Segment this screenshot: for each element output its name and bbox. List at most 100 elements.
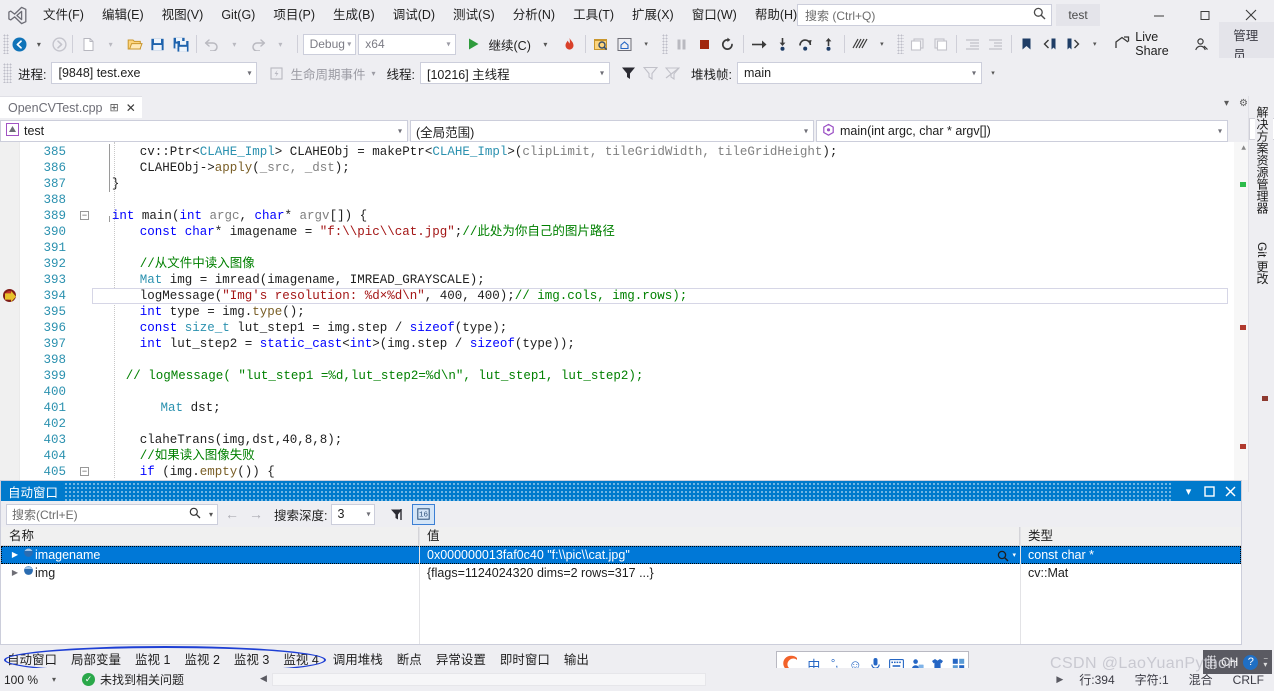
settings-gear-icon[interactable]: ⚙ bbox=[1239, 98, 1248, 109]
code-lines-container[interactable]: 385 cv::Ptr<CLAHE_Impl> CLAHEObj = makePt… bbox=[3, 142, 1234, 480]
autos-variables-grid[interactable]: 名称 值 类型 ▶ imagename 0x000000013faf0c40 "… bbox=[1, 527, 1241, 644]
git-changes-tab[interactable]: Git 更改 bbox=[1255, 236, 1273, 308]
redo-dropdown[interactable]: ▾ bbox=[270, 33, 293, 55]
horizontal-scroll-track[interactable] bbox=[272, 673, 706, 686]
autos-search-box[interactable]: 搜索(Ctrl+E) ▾ bbox=[6, 503, 218, 525]
step-into-icon[interactable] bbox=[771, 33, 794, 55]
debug-toolbar-overflow-icon[interactable]: ▾ bbox=[982, 62, 1004, 84]
variable-value-cell[interactable]: {flags=1124024320 dims=2 rows=317 ...} bbox=[419, 564, 1020, 582]
menu-item-debug[interactable]: 调试(D) bbox=[384, 0, 444, 30]
compare-overflow-icon[interactable]: ▾ bbox=[871, 33, 894, 55]
variable-value-cell[interactable]: 0x000000013faf0c40 "f:\\pic\\cat.jpg" ▾ bbox=[419, 546, 1020, 564]
next-bookmark-icon[interactable] bbox=[1061, 33, 1084, 55]
code-line[interactable]: 404 //如果读入图像失败 bbox=[20, 448, 1234, 464]
step-out-icon[interactable] bbox=[817, 33, 840, 55]
increase-indent-icon[interactable] bbox=[984, 33, 1007, 55]
hexadecimal-display-icon[interactable]: 16 bbox=[412, 503, 436, 525]
restart-icon[interactable] bbox=[716, 33, 739, 55]
toolbar-grip[interactable] bbox=[897, 34, 904, 54]
drag-grip-icon[interactable] bbox=[1206, 655, 1216, 669]
code-line[interactable]: 398 bbox=[20, 352, 1234, 368]
minimize-button[interactable] bbox=[1136, 0, 1182, 30]
menu-item-analyze[interactable]: 分析(N) bbox=[504, 0, 564, 30]
project-combo[interactable]: test ▾ bbox=[0, 120, 408, 142]
redo-icon[interactable] bbox=[247, 33, 270, 55]
close-icon[interactable]: ✕ bbox=[126, 101, 136, 115]
save-all-icon[interactable] bbox=[169, 33, 192, 55]
code-line[interactable]: 395 int type = img.type(); bbox=[20, 304, 1234, 320]
editor-vertical-scrollbar[interactable]: ▲ bbox=[1234, 142, 1248, 480]
tray-overflow-icon[interactable]: − ▾ bbox=[1263, 655, 1268, 669]
scope-combo[interactable]: (全局范围) ▾ bbox=[410, 120, 814, 142]
variable-name-cell[interactable]: ▶ imagename bbox=[1, 546, 419, 564]
menu-item-project[interactable]: 项目(P) bbox=[264, 0, 324, 30]
bookmark-icon[interactable] bbox=[1015, 33, 1038, 55]
new-file-dropdown[interactable]: ▾ bbox=[100, 33, 123, 55]
language-indicator[interactable]: CH bbox=[1221, 655, 1238, 669]
window-menu-icon[interactable]: ▾ bbox=[1178, 481, 1199, 501]
column-header-value[interactable]: 值 bbox=[419, 527, 1020, 545]
grid-column-divider[interactable] bbox=[1020, 527, 1021, 644]
previous-icon[interactable]: ← bbox=[222, 506, 242, 522]
hot-reload-icon[interactable] bbox=[558, 33, 581, 55]
solution-explorer-tab[interactable]: 解决方案资源管理器 bbox=[1255, 100, 1273, 228]
menu-item-extensions[interactable]: 扩展(X) bbox=[623, 0, 683, 30]
code-line[interactable]: 393 Mat img = imread(imagename, IMREAD_GR… bbox=[20, 272, 1234, 288]
thread-combo[interactable]: [10216] 主线程 ▾ bbox=[420, 62, 610, 84]
table-row[interactable]: ▶ imagename 0x000000013faf0c40 "f:\\pic\… bbox=[1, 546, 1241, 564]
code-line[interactable]: 387} bbox=[20, 176, 1234, 192]
previous-bookmark-icon[interactable] bbox=[1038, 33, 1061, 55]
pin-icon[interactable]: ⊞ bbox=[110, 101, 119, 114]
code-fold-toggle[interactable]: − bbox=[80, 211, 89, 220]
process-combo[interactable]: [9848] test.exe ▾ bbox=[51, 62, 258, 84]
filter-icon[interactable] bbox=[617, 62, 639, 84]
solution-platform-combo[interactable]: x64 ▾ bbox=[358, 33, 456, 55]
code-line[interactable]: 396 const size_t lut_step1 = img.step / s… bbox=[20, 320, 1234, 336]
grid-column-divider[interactable] bbox=[419, 527, 420, 644]
scroll-left-icon[interactable]: ◀ bbox=[260, 673, 267, 684]
live-share-button[interactable]: Live Share bbox=[1107, 30, 1180, 58]
toolbar-overflow-icon[interactable]: ▾ bbox=[636, 33, 659, 55]
filter-clear-icon[interactable] bbox=[639, 62, 661, 84]
code-fold-toggle[interactable]: − bbox=[80, 467, 89, 476]
code-line[interactable]: 390 const char* imagename = "f:\\pic\\cat… bbox=[20, 224, 1234, 240]
toolbar-grip[interactable] bbox=[3, 34, 10, 54]
code-line[interactable]: 392 //从文件中读入图像 bbox=[20, 256, 1234, 272]
zoom-level-combo[interactable]: 100 % ▾ bbox=[0, 670, 64, 690]
code-line[interactable]: 400 bbox=[20, 384, 1234, 400]
code-line[interactable]: 401 Mat dst; bbox=[20, 400, 1234, 416]
search-depth-combo[interactable]: 3 ▾ bbox=[331, 503, 376, 525]
code-line[interactable]: 402 bbox=[20, 416, 1234, 432]
solution-configuration-combo[interactable]: Debug ▾ bbox=[302, 33, 357, 55]
step-over-icon[interactable] bbox=[794, 33, 817, 55]
chevron-down-icon[interactable]: ▾ bbox=[209, 510, 213, 519]
text-visualizer-icon[interactable]: ▾ bbox=[997, 547, 1016, 564]
uncomment-icon[interactable] bbox=[929, 33, 952, 55]
compare-icon[interactable] bbox=[848, 33, 871, 55]
expander-icon[interactable]: ▶ bbox=[9, 546, 21, 564]
column-header-type[interactable]: 类型 bbox=[1020, 527, 1239, 545]
editor-horizontal-scrollbar[interactable]: ◀ bbox=[258, 670, 706, 688]
menu-item-file[interactable]: 文件(F) bbox=[34, 0, 93, 30]
code-line[interactable]: 391 bbox=[20, 240, 1234, 256]
table-row[interactable]: ▶ img {flags=1124024320 dims=2 rows=317 … bbox=[1, 564, 1241, 582]
code-line[interactable]: 397 int lut_step2 = static_cast<int>(img.… bbox=[20, 336, 1234, 352]
scroll-up-icon[interactable]: ▲ bbox=[1241, 144, 1246, 153]
stackframe-combo[interactable]: main ▾ bbox=[736, 62, 982, 84]
code-line[interactable]: 385 cv::Ptr<CLAHE_Impl> CLAHEObj = makePt… bbox=[20, 144, 1234, 160]
expander-icon[interactable]: ▶ bbox=[9, 564, 21, 582]
lifecycle-events-icon[interactable] bbox=[265, 62, 287, 84]
continue-dropdown[interactable]: ▾ bbox=[535, 33, 558, 55]
stop-debugging-icon[interactable] bbox=[693, 33, 716, 55]
code-line[interactable]: 405 − if (img.empty()) { bbox=[20, 464, 1234, 480]
editor-indicator-margin[interactable] bbox=[0, 142, 20, 480]
menu-item-window[interactable]: 窗口(W) bbox=[683, 0, 746, 30]
navigate-back-dropdown[interactable]: ▾ bbox=[28, 33, 51, 55]
maximize-icon[interactable] bbox=[1199, 481, 1220, 501]
code-line[interactable]: 386 CLAHEObj->apply(_src, _dst); bbox=[20, 160, 1234, 176]
toolbar-grip[interactable] bbox=[3, 63, 12, 83]
menu-item-view[interactable]: 视图(V) bbox=[153, 0, 213, 30]
code-line[interactable]: 388 bbox=[20, 192, 1234, 208]
autos-title-bar[interactable]: 自动窗口 ▾ bbox=[1, 481, 1241, 501]
new-file-icon[interactable] bbox=[77, 33, 100, 55]
